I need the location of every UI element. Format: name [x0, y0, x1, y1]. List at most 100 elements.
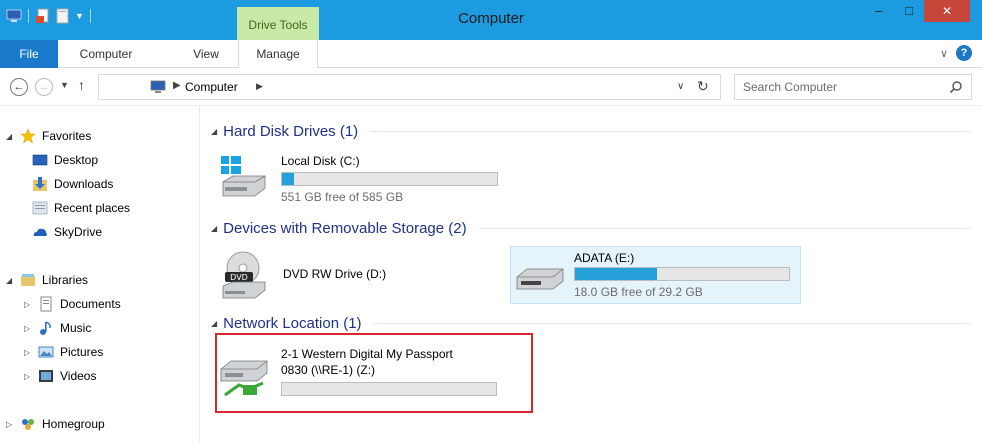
recent-places-icon — [32, 201, 48, 215]
group-divider — [373, 323, 971, 324]
group-title: Hard Disk Drives (1) — [223, 123, 359, 140]
nav-item-recent-places[interactable]: Recent places — [32, 198, 130, 218]
drive-free-space: 551 GB free of 585 GB — [281, 190, 404, 204]
breadcrumb-computer[interactable]: Computer — [185, 80, 238, 94]
toolbar-separator — [28, 9, 29, 23]
nav-item-homegroup[interactable]: ▷ Homegroup — [6, 414, 105, 434]
tab-manage[interactable]: Manage — [238, 40, 318, 69]
nav-label: SkyDrive — [54, 225, 103, 239]
close-button[interactable]: ✕ — [924, 0, 970, 22]
drive-name: ADATA (E:) — [574, 251, 635, 265]
windows-drive-icon — [221, 156, 266, 197]
nav-label: Music — [60, 321, 92, 335]
search-input[interactable]: Search Computer — [734, 74, 972, 100]
expand-arrow-icon[interactable]: ▷ — [24, 348, 32, 357]
nav-label: Desktop — [54, 153, 99, 167]
address-row: ← → ▼ ↑ ▶ Computer ▶ ∨ ↻ Search Computer — [0, 68, 982, 106]
nav-item-libraries[interactable]: ◢ Libraries — [6, 270, 88, 290]
libraries-icon — [21, 274, 35, 286]
tab-computer[interactable]: Computer — [66, 40, 146, 68]
computer-icon — [150, 80, 166, 93]
nav-label: Pictures — [60, 345, 104, 359]
drive-usage-fill — [575, 268, 658, 280]
drive-usage-fill — [282, 173, 295, 185]
nav-item-documents[interactable]: ▷ Documents — [24, 294, 121, 314]
computer-icon[interactable] — [6, 8, 22, 24]
expand-arrow-icon[interactable]: ▷ — [24, 300, 32, 309]
nav-item-desktop[interactable]: Desktop — [32, 150, 98, 170]
group-title: Devices with Removable Storage (2) — [223, 220, 467, 237]
maximize-button[interactable]: □ — [894, 0, 924, 22]
drive-item-adata-e[interactable]: ADATA (E:) 18.0 GB free of 29.2 GB — [510, 246, 801, 304]
nav-label: Libraries — [42, 273, 89, 287]
window-title: Computer — [458, 10, 524, 27]
recent-locations-dropdown-icon[interactable]: ▼ — [60, 80, 69, 90]
toolbar-separator — [89, 9, 91, 23]
quick-access-toolbar: ▼ — [6, 8, 93, 24]
pictures-icon — [38, 346, 54, 358]
ribbon-tab-bar: File Computer View Manage ∨ ? — [0, 40, 982, 69]
group-title: Network Location (1) — [223, 315, 362, 332]
minimize-button[interactable]: – — [864, 0, 894, 22]
nav-label: Downloads — [54, 177, 114, 191]
desktop-icon — [32, 154, 48, 166]
breadcrumb-separator-icon[interactable]: ▶ — [173, 80, 181, 91]
customize-toolbar-dropdown-icon[interactable]: ▼ — [75, 11, 84, 21]
music-icon — [40, 321, 51, 335]
videos-icon — [39, 370, 53, 382]
group-divider — [370, 131, 971, 132]
collapse-arrow-icon[interactable]: ◢ — [211, 224, 217, 233]
up-button[interactable]: ↑ — [78, 77, 85, 93]
refresh-icon[interactable]: ↻ — [697, 78, 709, 95]
tab-file[interactable]: File — [0, 40, 58, 68]
nav-label: Favorites — [42, 129, 92, 143]
navigation-pane: ◢ Favorites Desktop Downloads Recent pla… — [0, 106, 200, 442]
content-pane: ◢ Hard Disk Drives (1) Local Disk (C:) 5… — [201, 106, 982, 442]
nav-item-favorites[interactable]: ◢ Favorites — [6, 126, 91, 146]
nav-item-music[interactable]: ▷ Music — [24, 318, 91, 338]
address-bar[interactable]: ▶ Computer ▶ ∨ ↻ — [98, 74, 721, 100]
new-folder-icon[interactable] — [55, 8, 71, 24]
tab-view[interactable]: View — [181, 40, 231, 68]
search-icon[interactable] — [949, 80, 963, 94]
forward-button[interactable]: → — [35, 78, 53, 96]
nav-label: Documents — [60, 297, 121, 311]
collapse-arrow-icon[interactable]: ◢ — [211, 127, 217, 136]
group-header-hard-disk-drives[interactable]: ◢ Hard Disk Drives (1) — [211, 123, 971, 140]
collapse-arrow-icon[interactable]: ◢ — [6, 276, 14, 285]
expand-arrow-icon[interactable]: ▷ — [24, 372, 32, 381]
documents-icon — [40, 296, 52, 312]
drive-usage-bar — [574, 267, 790, 281]
group-divider — [478, 228, 971, 229]
drive-item-dvd-rw-d[interactable]: DVD DVD RW Drive (D:) — [219, 246, 499, 304]
nav-item-pictures[interactable]: ▷ Pictures — [24, 342, 103, 362]
ribbon-controls: ∨ ? — [940, 45, 972, 61]
expand-arrow-icon[interactable]: ▷ — [24, 324, 32, 333]
nav-item-videos[interactable]: ▷ Videos — [24, 366, 96, 386]
dvd-drive-icon: DVD — [222, 251, 266, 299]
expand-arrow-icon[interactable]: ▷ — [6, 420, 14, 429]
skydrive-cloud-icon — [33, 228, 47, 236]
drive-free-space: 18.0 GB free of 29.2 GB — [574, 285, 703, 299]
expand-ribbon-chevron-icon[interactable]: ∨ — [940, 47, 948, 60]
nav-label: Videos — [60, 369, 97, 383]
help-icon[interactable]: ? — [956, 45, 972, 61]
address-dropdown-icon[interactable]: ∨ — [677, 81, 684, 92]
nav-item-downloads[interactable]: Downloads — [32, 174, 113, 194]
back-button[interactable]: ← — [10, 78, 28, 96]
drive-name: Local Disk (C:) — [281, 154, 360, 168]
star-icon — [20, 128, 36, 144]
nav-label: Recent places — [54, 201, 131, 215]
group-header-removable-storage[interactable]: ◢ Devices with Removable Storage (2) — [211, 220, 971, 237]
collapse-arrow-icon[interactable]: ◢ — [211, 319, 217, 328]
red-highlight-box — [215, 333, 533, 413]
group-header-network-location[interactable]: ◢ Network Location (1) — [211, 315, 971, 332]
nav-label: Homegroup — [42, 417, 105, 431]
drive-usage-bar — [281, 172, 498, 186]
properties-icon[interactable] — [35, 8, 51, 24]
nav-item-skydrive[interactable]: SkyDrive — [32, 222, 102, 242]
context-tab-drive-tools: Drive Tools — [237, 7, 319, 40]
collapse-arrow-icon[interactable]: ◢ — [6, 132, 14, 141]
breadcrumb-chevron-icon[interactable]: ▶ — [256, 81, 263, 92]
drive-item-local-disk-c[interactable]: Local Disk (C:) 551 GB free of 585 GB — [219, 150, 519, 206]
